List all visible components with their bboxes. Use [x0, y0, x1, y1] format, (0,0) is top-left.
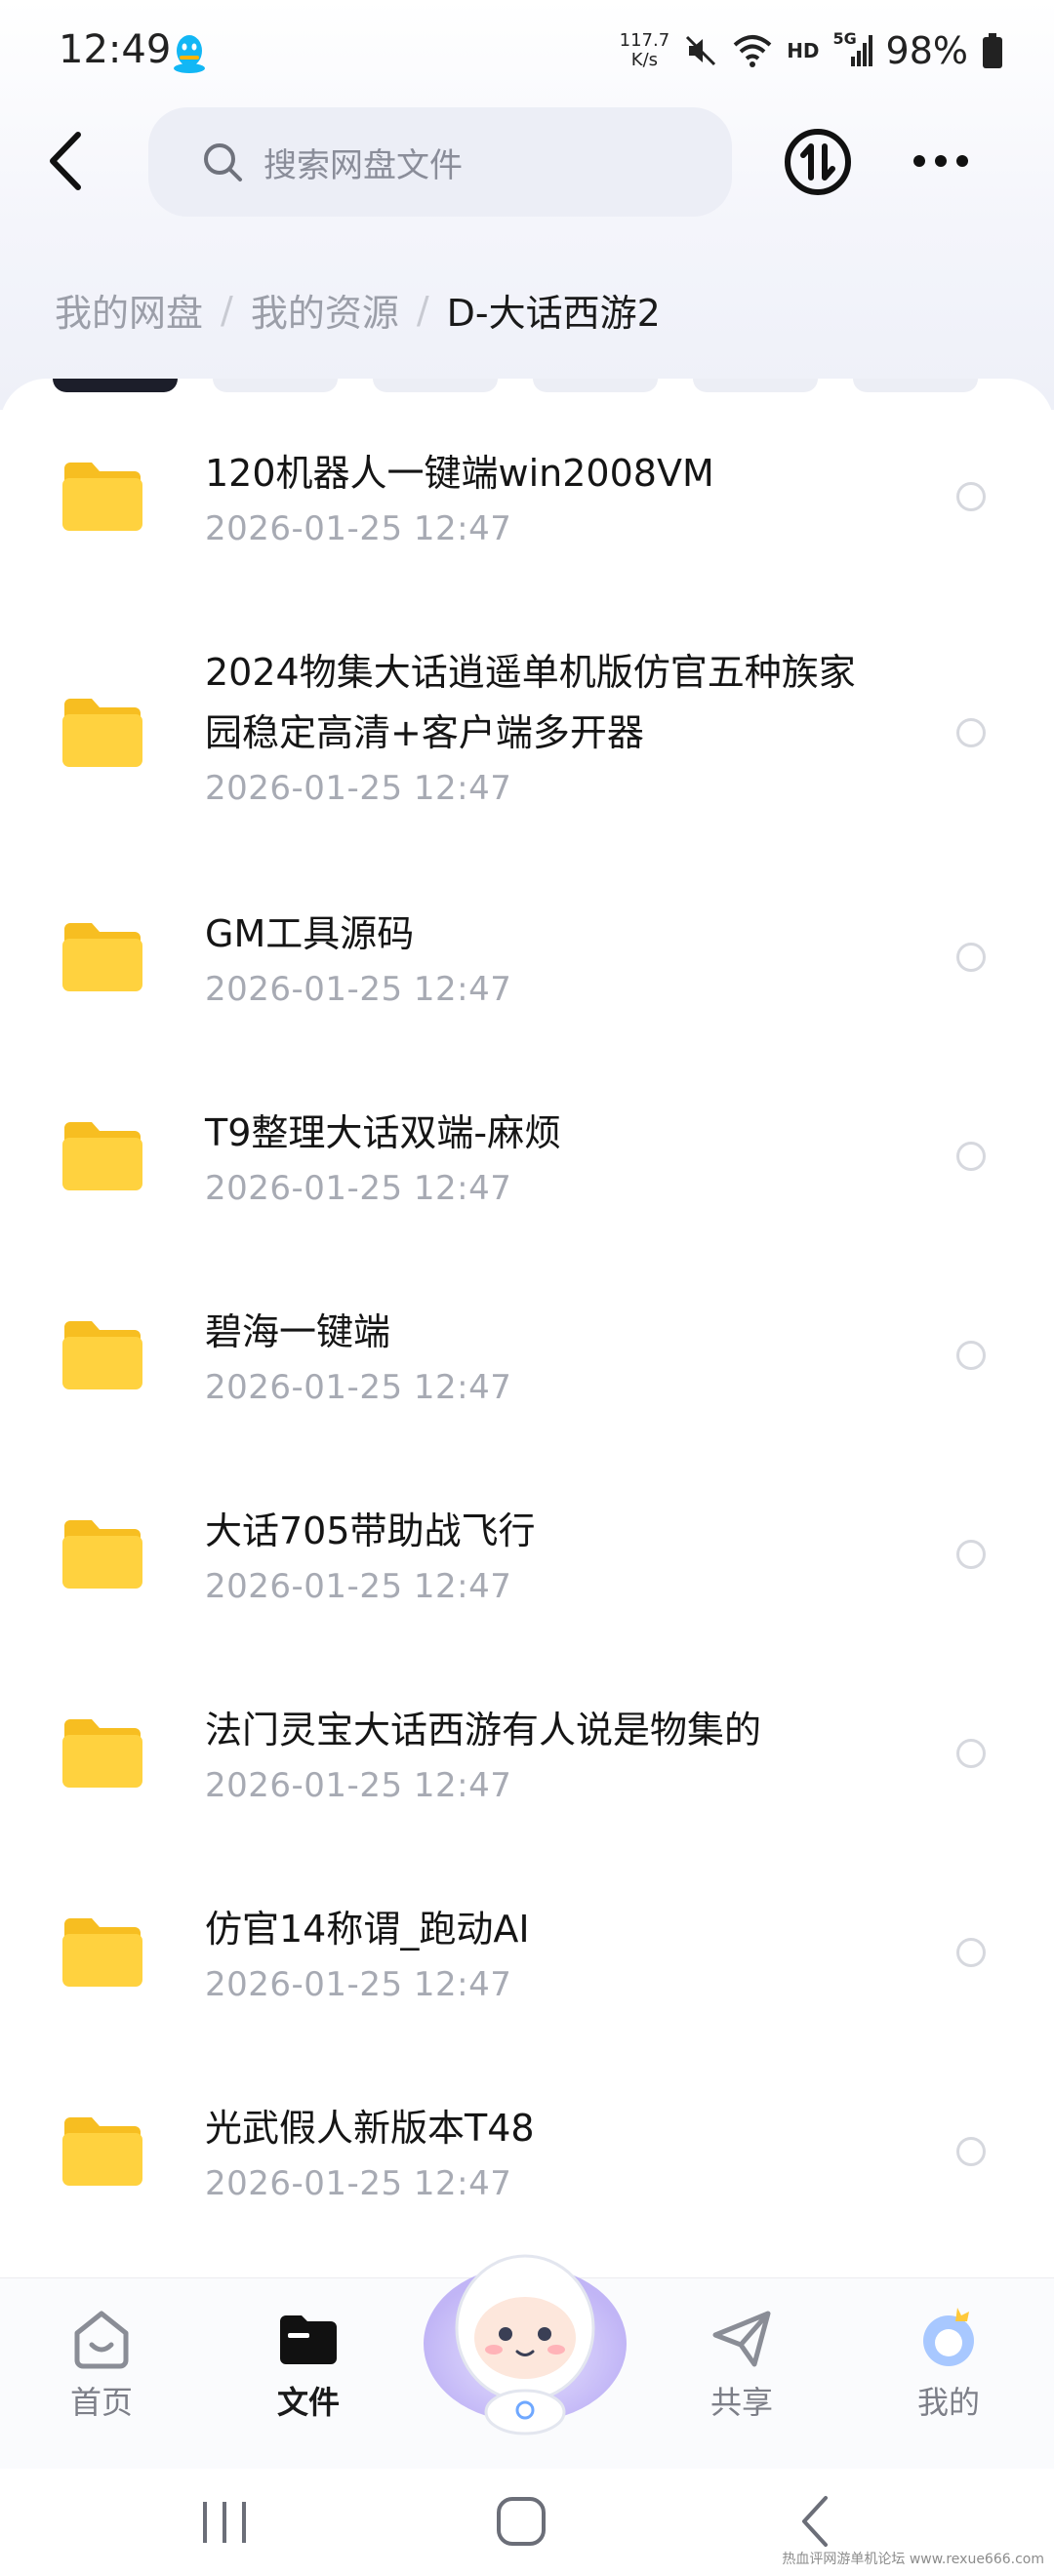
file-date: 2026-01-25 12:47	[205, 1169, 512, 1208]
battery-icon	[983, 33, 1002, 68]
transfer-icon[interactable]	[783, 127, 853, 197]
file-date: 2026-01-25 12:47	[205, 970, 512, 1009]
nav-files-label: 文件	[276, 2384, 340, 2421]
select-checkbox[interactable]	[956, 1341, 986, 1370]
file-date: 2026-01-25 12:47	[205, 1368, 512, 1407]
select-checkbox[interactable]	[956, 1938, 986, 1967]
nav-mine[interactable]: 我的	[880, 2304, 1017, 2423]
file-name: 2024物集大话逍遥单机版仿官五种族家 园稳定高清+客户端多开器	[205, 651, 856, 754]
file-list-panel: 120机器人一键端win2008VM 2026-01-25 12:47 2024…	[0, 379, 1054, 2281]
select-checkbox[interactable]	[956, 1540, 986, 1569]
qq-penguin-icon	[174, 35, 205, 73]
folder-icon	[62, 463, 142, 531]
nav-mine-label: 我的	[916, 2384, 980, 2421]
file-date: 2026-01-25 12:47	[205, 1567, 512, 1606]
network-speed: 117.7 K/s	[619, 30, 670, 70]
list-item[interactable]: 仿官14称谓_跑动AI 2026-01-25 12:47	[0, 1864, 1054, 2063]
more-dots-icon[interactable]	[912, 146, 970, 176]
folder-icon	[62, 2117, 142, 2186]
folder-icon	[62, 1918, 142, 1987]
folder-icon	[62, 1719, 142, 1788]
file-date: 2026-01-25 12:47	[205, 509, 512, 548]
signal-bars-icon	[850, 35, 872, 66]
file-date: 2026-01-25 12:47	[205, 2164, 512, 2203]
file-date: 2026-01-25 12:47	[205, 769, 512, 808]
list-item[interactable]: GM工具源码 2026-01-25 12:47	[0, 868, 1054, 1067]
nav-files[interactable]: 文件	[240, 2304, 377, 2423]
folder-icon	[62, 923, 142, 991]
paper-plane-icon	[712, 2311, 771, 2367]
select-checkbox[interactable]	[956, 482, 986, 511]
breadcrumb-current: D-大话西游2	[446, 292, 661, 335]
battery-percentage: 98%	[885, 29, 968, 72]
file-name: T9整理大话双端-麻烦	[205, 1111, 562, 1154]
status-icons: 117.7 K/s HD 5G 98%	[620, 29, 1003, 72]
select-checkbox[interactable]	[956, 2137, 986, 2166]
search-input[interactable]: 搜索网盘文件	[148, 107, 732, 217]
file-list: 120机器人一键端win2008VM 2026-01-25 12:47 2024…	[0, 408, 1054, 2262]
filter-tab[interactable]	[693, 379, 818, 392]
filter-tab[interactable]	[53, 379, 178, 392]
folder-icon	[62, 1122, 142, 1190]
breadcrumb: 我的网盘 / 我的资源 / D-大话西游2	[55, 283, 661, 337]
status-time: 12:49	[59, 27, 172, 72]
select-checkbox[interactable]	[956, 1142, 986, 1171]
back-button[interactable]	[39, 127, 94, 195]
select-checkbox[interactable]	[956, 943, 986, 972]
folder-icon	[62, 1321, 142, 1389]
file-date: 2026-01-25 12:47	[205, 1965, 512, 2004]
file-name: 法门灵宝大话西游有人说是物集的	[205, 1709, 762, 1751]
file-name: GM工具源码	[205, 912, 415, 955]
breadcrumb-item-my-drive[interactable]: 我的网盘	[55, 283, 203, 337]
system-back-icon[interactable]	[796, 2494, 835, 2549]
wifi-icon	[733, 35, 772, 67]
list-item[interactable]: 碧海一键端 2026-01-25 12:47	[0, 1267, 1054, 1466]
nav-share-label: 共享	[709, 2384, 773, 2421]
list-item[interactable]: T9整理大话双端-麻烦 2026-01-25 12:47	[0, 1067, 1054, 1267]
file-name: 碧海一键端	[205, 1310, 391, 1353]
breadcrumb-separator: /	[221, 288, 233, 332]
list-item[interactable]: 120机器人一键端win2008VM 2026-01-25 12:47	[0, 408, 1054, 607]
list-item[interactable]: 法门灵宝大话西游有人说是物集的 2026-01-25 12:47	[0, 1665, 1054, 1864]
filter-tab[interactable]	[533, 379, 658, 392]
filter-tab[interactable]	[213, 379, 338, 392]
mute-icon	[686, 35, 716, 66]
nav-home-label: 首页	[69, 2384, 133, 2421]
home-button-icon[interactable]	[494, 2494, 548, 2549]
select-checkbox[interactable]	[956, 1739, 986, 1768]
search-placeholder: 搜索网盘文件	[264, 145, 463, 185]
search-icon	[204, 143, 242, 181]
folder-tab-icon	[280, 2315, 337, 2364]
avatar-crown-icon	[923, 2308, 974, 2366]
list-item[interactable]: 2024物集大话逍遥单机版仿官五种族家 园稳定高清+客户端多开器 2026-01…	[0, 607, 1054, 868]
file-name: 120机器人一键端win2008VM	[205, 452, 714, 495]
breadcrumb-separator: /	[416, 288, 429, 332]
nav-home[interactable]: 首页	[33, 2304, 170, 2423]
status-bar: 12:49 117.7 K/s HD 5G 98%	[0, 0, 1054, 107]
file-name: 光武假人新版本T48	[205, 2107, 535, 2150]
filter-tab[interactable]	[853, 379, 978, 392]
system-nav-bar: 热血评网游单机论坛 www.rexue666.com	[0, 2469, 1054, 2576]
list-item[interactable]: 大话705带助战飞行 2026-01-25 12:47	[0, 1466, 1054, 1665]
folder-icon	[62, 699, 142, 767]
file-name: 大话705带助战飞行	[205, 1509, 536, 1552]
select-checkbox[interactable]	[956, 718, 986, 747]
filter-tab[interactable]	[373, 379, 498, 392]
ai-assistant-mascot-icon[interactable]	[418, 2215, 632, 2449]
signal-indicator: 5G	[833, 29, 872, 68]
file-date: 2026-01-25 12:47	[205, 1766, 512, 1805]
folder-icon	[62, 1520, 142, 1589]
hd-badge: HD	[787, 39, 820, 62]
file-name: 仿官14称谓_跑动AI	[205, 1908, 530, 1951]
watermark: 热血评网游单机论坛 www.rexue666.com	[782, 2552, 1044, 2567]
home-icon	[74, 2311, 129, 2369]
recent-apps-icon[interactable]	[195, 2498, 254, 2547]
breadcrumb-item-my-resources[interactable]: 我的资源	[251, 283, 399, 337]
nav-share[interactable]: 共享	[673, 2304, 810, 2423]
